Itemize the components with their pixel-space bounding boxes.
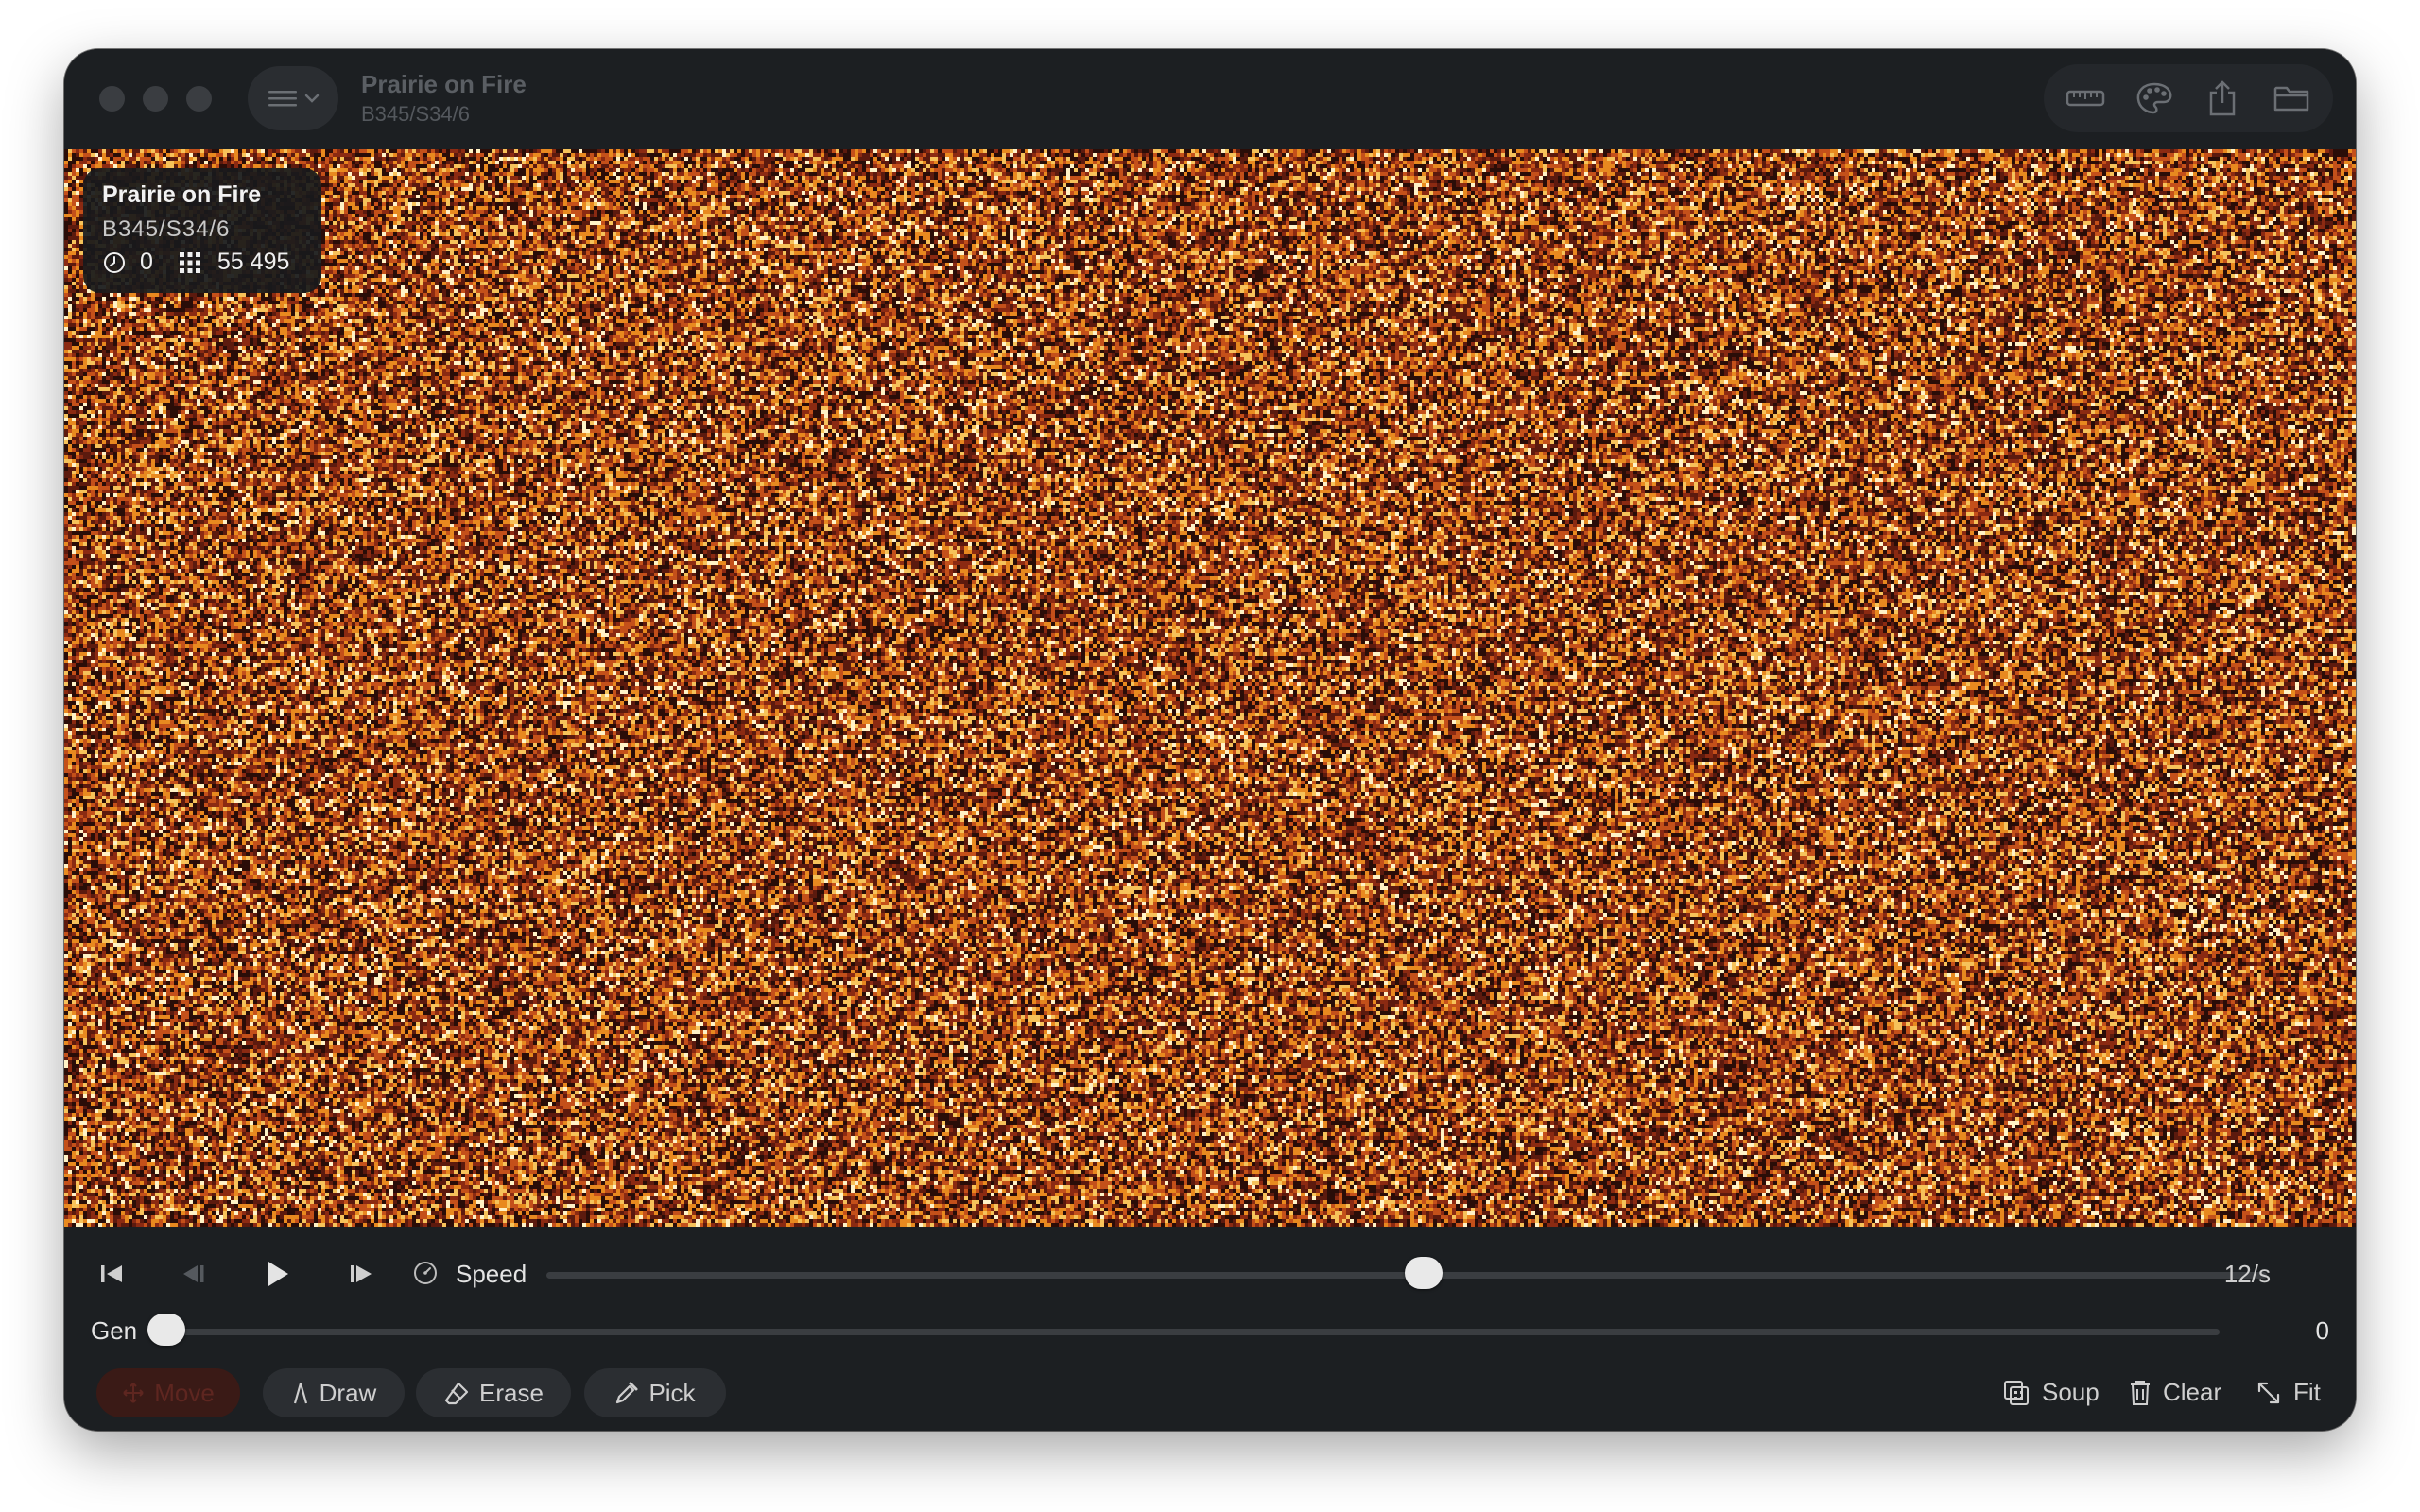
title-bar: Prairie on Fire B345/S34/6 <box>64 49 2356 149</box>
toolbar-group <box>2044 64 2333 132</box>
info-title: Prairie on Fire <box>102 181 262 208</box>
eyedropper-icon <box>616 1382 638 1404</box>
pick-tool-label: Pick <box>648 1378 696 1407</box>
list-icon <box>268 91 297 107</box>
soup-icon <box>2004 1380 2029 1405</box>
gen-slider-track[interactable] <box>166 1329 2220 1335</box>
skip-to-start-button[interactable] <box>93 1255 130 1293</box>
speed-slider-knob[interactable] <box>1405 1257 1443 1289</box>
cell-grid[interactable] <box>64 149 2356 1227</box>
info-rule: B345/S34/6 <box>102 216 231 242</box>
move-tool-label: Move <box>154 1378 215 1407</box>
eraser-icon <box>444 1382 469 1405</box>
window-subtitle: B345/S34/6 <box>361 102 470 126</box>
play-button[interactable] <box>257 1253 299 1295</box>
palette-icon[interactable] <box>2130 74 2179 123</box>
erase-tool-button[interactable]: Erase <box>416 1368 571 1418</box>
app-window: Prairie on Fire B345/S34/6 Prairie on Fi… <box>64 49 2356 1431</box>
move-tool-button[interactable]: Move <box>96 1368 240 1418</box>
draw-tool-button[interactable]: Draw <box>263 1368 405 1418</box>
fit-button[interactable]: Fit <box>2256 1378 2321 1407</box>
step-back-button[interactable] <box>174 1255 212 1293</box>
gen-slider-knob[interactable] <box>147 1314 185 1346</box>
step-back-icon <box>183 1265 204 1282</box>
chevron-down-icon <box>304 94 320 103</box>
clear-button[interactable]: Clear <box>2129 1378 2221 1407</box>
move-icon <box>123 1383 144 1403</box>
sidebar-menu-button[interactable] <box>248 66 338 130</box>
control-panel: Speed 12/s Gen 0 Move Draw Erase Pick So… <box>64 1227 2356 1431</box>
share-icon[interactable] <box>2198 74 2247 123</box>
window-title: Prairie on Fire <box>361 70 527 98</box>
pencil-tip-icon <box>293 1382 307 1404</box>
step-forward-icon <box>351 1265 372 1282</box>
clock-icon <box>102 250 127 275</box>
trash-icon <box>2131 1380 2150 1405</box>
speed-value: 12/s <box>2223 1260 2271 1288</box>
clear-label: Clear <box>2163 1378 2222 1406</box>
erase-tool-label: Erase <box>479 1378 544 1407</box>
fit-arrows-icon <box>2257 1382 2280 1403</box>
draw-tool-label: Draw <box>319 1378 377 1407</box>
fit-label: Fit <box>2293 1378 2321 1406</box>
population-count: 55 495 <box>216 249 290 275</box>
grid-icon <box>178 250 202 275</box>
info-stats: 0 55 495 <box>102 249 302 276</box>
info-overlay: Prairie on Fire B345/S34/6 0 55 495 <box>83 168 321 293</box>
zoom-window-button[interactable] <box>186 86 212 112</box>
minimize-window-button[interactable] <box>143 86 168 112</box>
speed-icon <box>410 1258 441 1288</box>
folder-icon[interactable] <box>2267 74 2316 123</box>
simulation-canvas[interactable]: Prairie on Fire B345/S34/6 0 55 495 <box>64 149 2356 1227</box>
soup-button[interactable]: Soup <box>2002 1378 2100 1407</box>
close-window-button[interactable] <box>99 86 125 112</box>
ruler-icon[interactable] <box>2061 74 2110 123</box>
step-forward-button[interactable] <box>342 1255 380 1293</box>
play-icon <box>268 1262 288 1286</box>
generation-count: 0 <box>140 249 153 275</box>
speed-label: Speed <box>456 1260 527 1288</box>
soup-label: Soup <box>2042 1378 2100 1406</box>
pick-tool-button[interactable]: Pick <box>584 1368 726 1418</box>
gen-value: 0 <box>2315 1316 2329 1345</box>
gen-label: Gen <box>91 1316 138 1345</box>
skip-back-icon <box>101 1265 122 1282</box>
